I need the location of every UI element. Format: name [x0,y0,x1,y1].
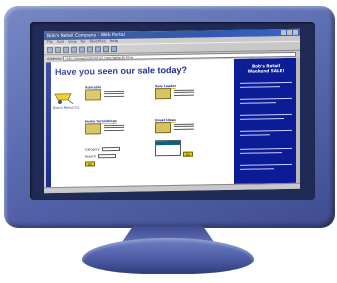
menu-help[interactable]: Help [110,39,118,44]
history-icon[interactable] [103,46,109,53]
window-controls [281,29,298,36]
search-label: Search [85,154,96,159]
forward-icon[interactable] [55,46,61,54]
address-label: Address [47,56,62,61]
stop-icon[interactable] [63,46,69,53]
page-headline: Have you seen our sale today? [55,64,188,78]
go-row: Go [85,161,95,167]
sidebar-text-line [240,118,284,120]
sidebar-text-line [240,81,292,84]
promo-text [174,122,195,130]
close-icon[interactable] [293,29,298,35]
minimize-icon[interactable] [281,30,286,36]
menu-edit[interactable]: Edit [57,40,64,45]
logo-text: Bob's Retail Co. [53,105,81,111]
sidebar-text-line [240,86,280,88]
options-list[interactable] [155,139,181,157]
sidebar-text-line [240,147,292,150]
promo-block[interactable]: Great Ideas [155,118,195,134]
search-row: Search [85,153,116,159]
product-thumbnail [155,122,171,134]
maximize-icon[interactable] [287,29,292,35]
browser-window: Bob's Retail Company - Web Portal File E… [44,28,300,194]
menu-view[interactable]: View [68,40,77,45]
list-go-button[interactable]: Go [183,151,193,157]
sidebar-text-line [240,129,292,132]
menu-file[interactable]: File [47,40,53,45]
product-thumbnail [85,123,101,135]
category-select[interactable] [101,146,120,152]
sidebar-title: Bob's Retail Weekend SALE! [247,63,285,74]
promo-block[interactable]: Sale Leader [155,84,195,100]
sidebar-text-line [240,102,276,104]
menu-go[interactable]: Go [81,40,86,45]
monitor-stand-base [82,238,254,274]
product-thumbnail [85,89,101,101]
sidebar-text-line [240,163,292,166]
promo-text [104,123,125,131]
category-row: Category [85,146,120,152]
menu-favorites[interactable]: Favorites [90,39,106,44]
go-button[interactable]: Go [85,161,95,167]
refresh-icon[interactable] [71,46,77,53]
search-icon[interactable] [87,46,93,53]
page-main: Have you seen our sale today? Bob's Reta… [51,59,234,188]
web-page: Have you seen our sale today? Bob's Reta… [46,57,298,189]
wheelbarrow-icon[interactable] [53,88,75,106]
category-label: Category [85,147,100,152]
vertical-scrollbar[interactable] [296,57,300,184]
list-go-row: Go [183,151,193,157]
sidebar-text-line [240,134,270,136]
print-icon[interactable] [111,45,117,53]
favorites-icon[interactable] [95,46,101,53]
sale-sidebar: Bob's Retail Weekend SALE! [234,57,298,185]
selected-option[interactable] [156,140,180,146]
search-input[interactable] [97,153,116,159]
promo-text [174,88,195,96]
back-icon[interactable] [47,47,53,54]
sidebar-text-line [240,152,282,154]
promo-text [104,89,125,97]
promo-block[interactable]: Home furnishings [85,119,125,135]
sidebar-text-line [240,97,292,100]
sidebar-text-line [240,168,274,170]
sidebar-text-line [240,113,292,116]
home-icon[interactable] [79,46,85,53]
promo-block[interactable]: Adorable [85,85,125,101]
product-thumbnail [155,88,171,100]
